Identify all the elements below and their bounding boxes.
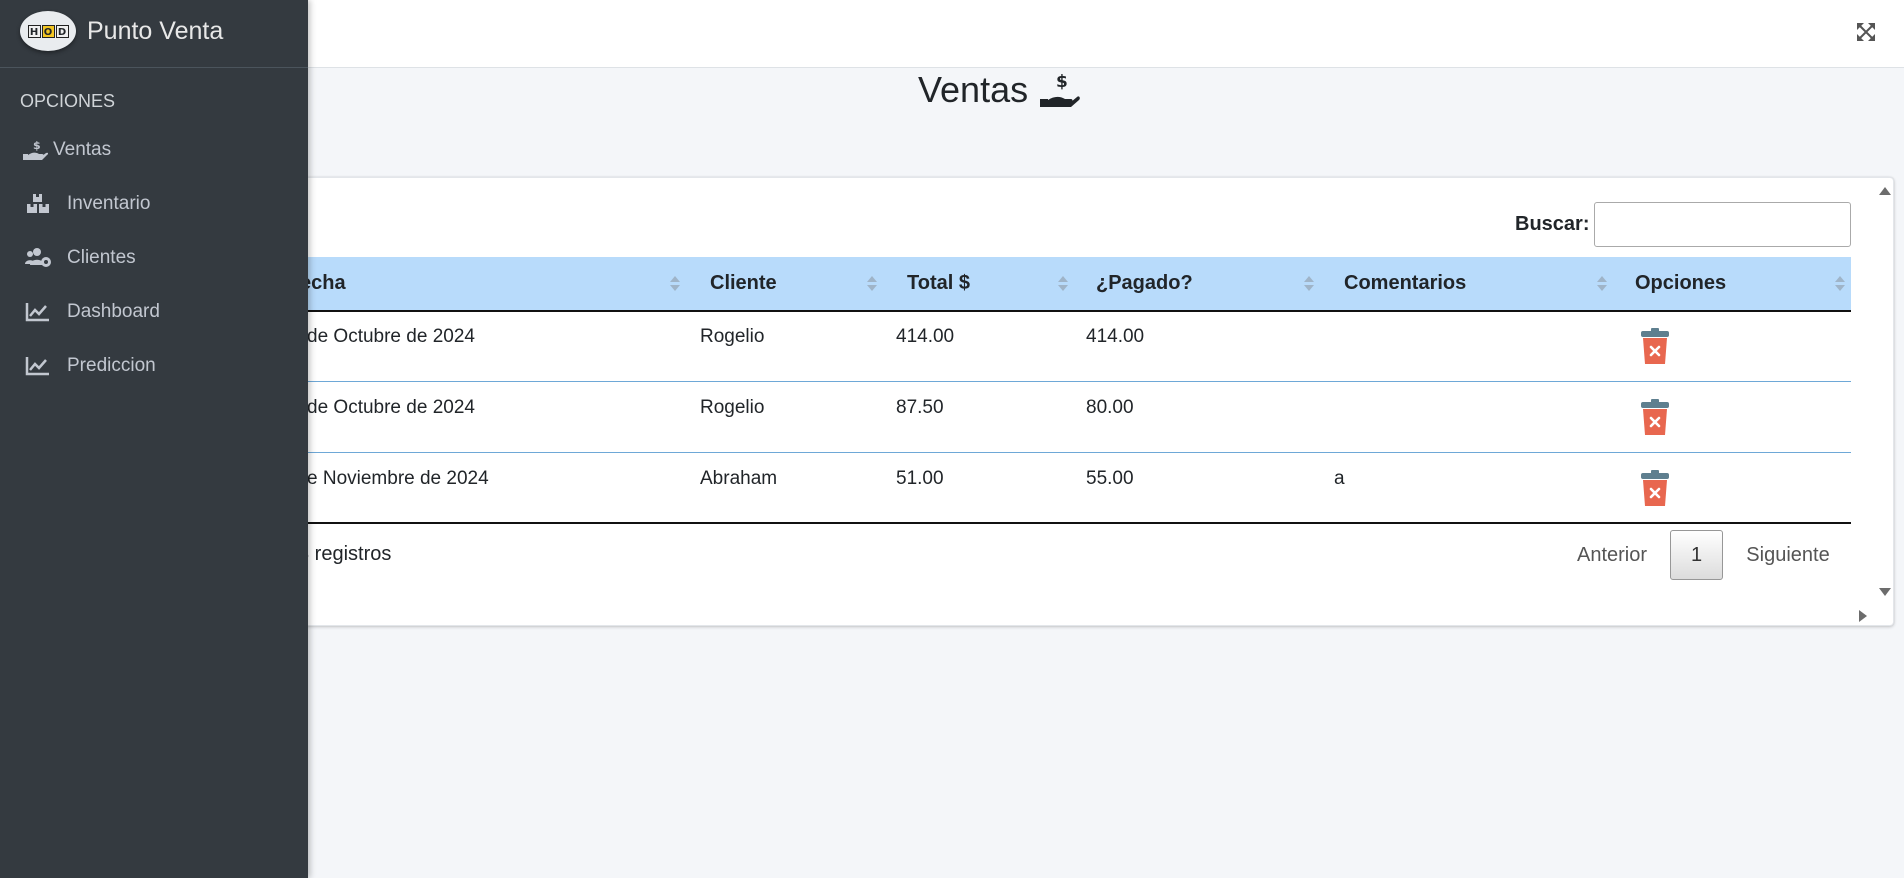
col-pagado[interactable]: ¿Pagado? xyxy=(1096,257,1193,310)
cell-comentarios: a xyxy=(1334,468,1345,489)
users-cog-icon xyxy=(25,248,51,267)
sidebar-item-clientes[interactable]: Clientes xyxy=(8,236,300,280)
cell-total: 87.50 xyxy=(896,397,944,418)
pagination-prev-label: Anterior xyxy=(1576,543,1648,566)
page-title: Ventas $ xyxy=(918,66,1080,114)
col-comentarios-label: Comentarios xyxy=(1344,272,1467,294)
delete-button[interactable] xyxy=(1640,468,1670,508)
logo-letter: D xyxy=(55,24,69,38)
sort-icon xyxy=(1835,274,1845,294)
sort-icon xyxy=(670,274,680,294)
cell-pagado: 55.00 xyxy=(1086,468,1134,489)
brand-logo: H O D xyxy=(20,11,76,51)
pagination-next[interactable]: Siguiente xyxy=(1736,530,1840,580)
pagination-page-label: 1 xyxy=(1690,543,1703,566)
col-total[interactable]: Total $ xyxy=(907,257,970,310)
nav-section-header: OPCIONES xyxy=(20,91,116,111)
pagination-next-label: Siguiente xyxy=(1746,543,1830,566)
cell-cliente: Rogelio xyxy=(700,326,765,347)
sidebar-item-dashboard[interactable]: Dashboard xyxy=(8,290,300,334)
cell-cliente: Abraham xyxy=(700,468,778,489)
cell-fecha: e Noviembre de 2024 xyxy=(307,468,489,489)
cell-total: 51.00 xyxy=(896,468,944,489)
scroll-up-arrow[interactable] xyxy=(1879,187,1891,195)
sidebar-item-inventario[interactable]: Inventario xyxy=(8,182,300,226)
trash-icon xyxy=(1641,328,1669,364)
hand-holding-dollar-icon: $ xyxy=(23,139,48,160)
cell-total: 414.00 xyxy=(896,326,955,347)
col-cliente-label: Cliente xyxy=(710,272,777,294)
scroll-down-arrow[interactable] xyxy=(1879,588,1891,596)
chart-line-icon xyxy=(25,357,49,376)
sidebar-item-label: Ventas xyxy=(53,139,112,160)
col-opciones-label: Opciones xyxy=(1635,272,1727,294)
cell-fecha: de Octubre de 2024 xyxy=(307,326,475,347)
page-title-text: Ventas xyxy=(918,69,1029,110)
sort-icon xyxy=(867,274,877,294)
cell-pagado: 80.00 xyxy=(1086,397,1134,418)
table-info: 3 registros xyxy=(298,543,392,565)
col-opciones[interactable]: Opciones xyxy=(1635,257,1726,310)
search-label: Buscar: xyxy=(1515,213,1590,235)
svg-text:$: $ xyxy=(1056,72,1068,92)
brand-link[interactable]: H O D Punto Venta xyxy=(0,0,308,68)
pagination-prev[interactable]: Anterior xyxy=(1565,530,1659,580)
search-input[interactable] xyxy=(1594,202,1851,247)
logo-letter: O xyxy=(41,24,55,38)
scroll-right-arrow[interactable] xyxy=(1859,610,1867,622)
sidebar-item-prediccion[interactable]: Prediccion xyxy=(8,344,300,388)
sort-icon xyxy=(1597,274,1607,294)
col-total-label: Total $ xyxy=(907,272,970,294)
cell-pagado: 414.00 xyxy=(1086,326,1145,347)
logo-letter: H xyxy=(27,24,41,38)
col-comentarios[interactable]: Comentarios xyxy=(1344,257,1466,310)
brand-text: Punto Venta xyxy=(87,17,224,45)
boxes-icon xyxy=(27,194,49,213)
pagination-page-current[interactable]: 1 xyxy=(1670,530,1723,580)
sidebar-item-label: Dashboard xyxy=(67,301,160,322)
sidebar-item-ventas[interactable]: $ Ventas xyxy=(8,128,300,172)
chart-line-icon xyxy=(25,303,49,322)
trash-icon xyxy=(1641,399,1669,435)
sidebar-item-label: Prediccion xyxy=(67,355,156,376)
sort-icon xyxy=(1058,274,1068,294)
col-pagado-label: ¿Pagado? xyxy=(1096,272,1193,294)
col-cliente[interactable]: Cliente xyxy=(710,257,777,310)
sidebar-item-label: Inventario xyxy=(67,193,151,214)
hand-holding-dollar-icon: $ xyxy=(1040,72,1080,107)
trash-icon xyxy=(1641,470,1669,506)
fullscreen-button[interactable] xyxy=(1855,21,1877,43)
delete-button[interactable] xyxy=(1640,326,1670,366)
sidebar: H O D Punto Venta OPCIONES $ Ventas Inve… xyxy=(0,0,308,878)
cell-fecha: de Octubre de 2024 xyxy=(307,397,475,418)
sidebar-item-label: Clientes xyxy=(67,247,136,268)
svg-text:$: $ xyxy=(33,139,41,152)
cell-cliente: Rogelio xyxy=(700,397,765,418)
expand-arrows-icon xyxy=(1857,23,1875,41)
delete-button[interactable] xyxy=(1640,397,1670,437)
sort-icon xyxy=(1304,274,1314,294)
